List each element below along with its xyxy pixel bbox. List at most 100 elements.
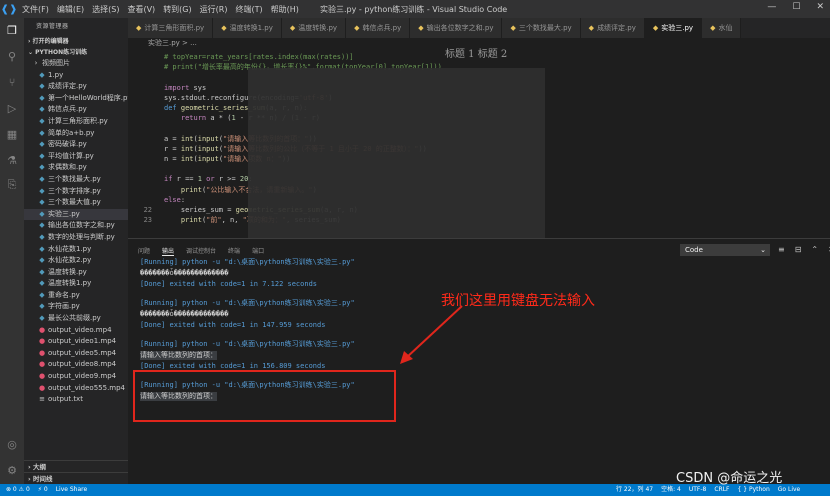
minimize-icon[interactable]: — — [767, 2, 776, 12]
file-item[interactable]: ● output_video.mp4 — [24, 325, 128, 337]
line-number: 23 — [143, 216, 152, 225]
close-icon[interactable]: ✕ — [816, 2, 824, 12]
panel-tab[interactable]: 端口 — [252, 246, 264, 256]
file-item[interactable]: ◆ 输出各位数字之和.py — [24, 220, 128, 232]
file-item[interactable]: ◆ 韩信点兵.py — [24, 104, 128, 116]
editor-tab[interactable]: ◆ 成绩评定.py — [580, 18, 645, 38]
panel-tab[interactable]: 问题 — [138, 246, 150, 256]
outline-section[interactable]: › 大纲 — [24, 460, 128, 472]
file-name: 1.py — [48, 70, 64, 79]
menu-terminal[interactable]: 终端(T) — [235, 4, 262, 15]
file-name: 密码破译.py — [48, 140, 87, 149]
timeline-section[interactable]: › 时间线 — [24, 472, 128, 484]
remote-explorer-icon[interactable]: ⎘ — [5, 178, 19, 192]
editor-tab[interactable]: ◆ 温度转换1.py — [213, 18, 282, 38]
file-item[interactable]: ◆ 水仙花数2.py — [24, 255, 128, 267]
file-item[interactable]: ≡ output.txt — [24, 394, 128, 406]
file-item[interactable]: ● output_video9.mp4 — [24, 371, 128, 383]
editor-tab[interactable]: ◆ 三个数找最大.py — [502, 18, 581, 38]
file-item[interactable]: ◆ 最长公共前缀.py — [24, 313, 128, 325]
clear-output-icon[interactable]: ≡ — [778, 245, 785, 254]
file-item[interactable]: ◆ 温度转换1.py — [24, 278, 128, 290]
output-panel: 问题 输出 调试控制台 终端 端口 Code⌄ ≡ ⊟ ⌃ ✕ [Running] py… — [128, 238, 830, 484]
file-name: 三个数找最大.py — [48, 174, 101, 183]
file-name: 温度转换.py — [48, 267, 87, 276]
menu-help[interactable]: 帮助(H) — [271, 4, 299, 15]
file-item[interactable]: ◆ 数字的处理与判断.py — [24, 232, 128, 244]
file-item[interactable]: ◆ 三个数找最大.py — [24, 174, 128, 186]
file-item[interactable]: ◆ 平均值计算.py — [24, 151, 128, 163]
file-item[interactable]: ◆ 1.py — [24, 70, 128, 82]
file-item[interactable]: ◆ 求偶数和.py — [24, 162, 128, 174]
python-file-icon: ◆ — [39, 267, 45, 276]
file-item[interactable]: › 视频图片 — [24, 58, 128, 70]
menu-go[interactable]: 转到(G) — [163, 4, 191, 15]
output-channel-select[interactable]: Code ⌄ — [680, 244, 770, 256]
panel-actions: ≡ ⊟ ⌃ ✕ — [778, 245, 830, 254]
file-item[interactable]: ◆ 字符画.py — [24, 301, 128, 313]
maximize-panel-icon[interactable]: ⌃ — [811, 245, 818, 254]
file-name: output_video1.mp4 — [48, 337, 117, 346]
search-icon[interactable]: ⚲ — [5, 50, 19, 64]
activity-bar: ❐ ⚲ ⑂ ▷ ▦ ⚗ ⎘ ◎ ⚙ — [0, 18, 24, 484]
file-item[interactable]: ◆ 简单的a+b.py — [24, 128, 128, 140]
python-file-icon: ◆ — [418, 24, 424, 32]
file-item[interactable]: ◆ 实验三.py — [24, 208, 128, 221]
tab-label: 输出各位数字之和.py — [426, 24, 494, 32]
file-item[interactable]: ◆ 密码破译.py — [24, 139, 128, 151]
file-item[interactable]: ◆ 成绩评定.py — [24, 81, 128, 93]
file-item[interactable]: ◆ 重命名.py — [24, 290, 128, 302]
panel-tab[interactable]: 终端 — [228, 246, 240, 256]
workspace-folder[interactable]: ⌄ PYTHON练习训练 — [24, 47, 128, 58]
file-item[interactable]: ● output_video555.mp4 — [24, 383, 128, 395]
editor-tab[interactable]: ◆ 实验三.py — [644, 18, 703, 38]
file-name: 最长公共前缀.py — [48, 314, 101, 323]
editor-tab[interactable]: ◆ 韩信点兵.py — [346, 18, 411, 38]
annotation-arrow — [400, 305, 463, 364]
python-file-icon: ◆ — [39, 244, 45, 253]
menu-selection[interactable]: 选择(S) — [92, 4, 119, 15]
run-debug-icon[interactable]: ▷ — [5, 102, 19, 116]
file-item[interactable]: ◆ 计算三角形面积.py — [24, 116, 128, 128]
output-line: 请输入等比数列的首项： — [140, 351, 217, 360]
account-icon[interactable]: ◎ — [5, 438, 19, 452]
code-text: else: — [164, 195, 186, 204]
source-control-icon[interactable]: ⑂ — [5, 76, 19, 90]
python-file-icon: ◆ — [39, 116, 45, 125]
maximize-icon[interactable]: ☐ — [792, 2, 800, 12]
editor-tab[interactable]: ◆ 水仙 — [702, 18, 742, 38]
lock-icon[interactable]: ⊟ — [795, 245, 802, 254]
file-item[interactable]: ◆ 第一个HelloWorld程序.py — [24, 93, 128, 105]
file-tree: › 视频图片 ◆ 1.py ◆ 成绩评定.py ◆ 第一个HelloWorld程序.py ◆ 韩信… — [24, 58, 128, 406]
cursor-position[interactable]: 行 22，列 47 — [616, 484, 653, 496]
python-file-icon: ◆ — [39, 174, 45, 183]
gear-icon[interactable]: ⚙ — [5, 464, 19, 478]
menu-view[interactable]: 查看(V) — [127, 4, 155, 15]
editor-tab[interactable]: ◆ 计算三角形面积.py — [128, 18, 214, 38]
python-file-icon: ◆ — [39, 279, 45, 288]
open-editors-section[interactable]: › 打开的编辑器 — [24, 36, 128, 47]
file-item[interactable]: ◆ 三个数字排序.py — [24, 186, 128, 198]
testing-icon[interactable]: ⚗ — [5, 154, 19, 168]
python-file-icon: ◆ — [710, 24, 716, 32]
python-file-icon: ◆ — [289, 24, 296, 32]
menu-run[interactable]: 运行(R) — [200, 4, 228, 15]
panel-tab[interactable]: 调试控制台 — [186, 246, 216, 256]
file-item[interactable]: ● output_video1.mp4 — [24, 336, 128, 348]
menu-edit[interactable]: 编辑(E) — [57, 4, 84, 15]
file-item[interactable]: ◆ 三个数最大值.py — [24, 197, 128, 209]
file-item[interactable]: ● output_video5.mp4 — [24, 348, 128, 360]
panel-tab[interactable]: 输出 — [162, 246, 175, 256]
menu-file[interactable]: 文件(F) — [22, 4, 49, 15]
ports-status[interactable]: ⚡ 0 — [38, 484, 48, 496]
explorer-icon[interactable]: ❐ — [5, 24, 19, 38]
file-item[interactable]: ◆ 温度转换.py — [24, 267, 128, 279]
extensions-icon[interactable]: ▦ — [5, 128, 19, 142]
live-share-status[interactable]: Live Share — [56, 484, 87, 496]
editor-tab[interactable]: ◆ 温度转换.py — [281, 18, 347, 38]
editor-tab[interactable]: ◆ 输出各位数字之和.py — [410, 18, 503, 38]
file-name: output.txt — [48, 395, 83, 404]
file-item[interactable]: ● output_video8.mp4 — [24, 359, 128, 371]
file-item[interactable]: ◆ 水仙花数1.py — [24, 244, 128, 256]
problems-status[interactable]: ⊗ 0 ⚠ 0 — [6, 484, 30, 496]
